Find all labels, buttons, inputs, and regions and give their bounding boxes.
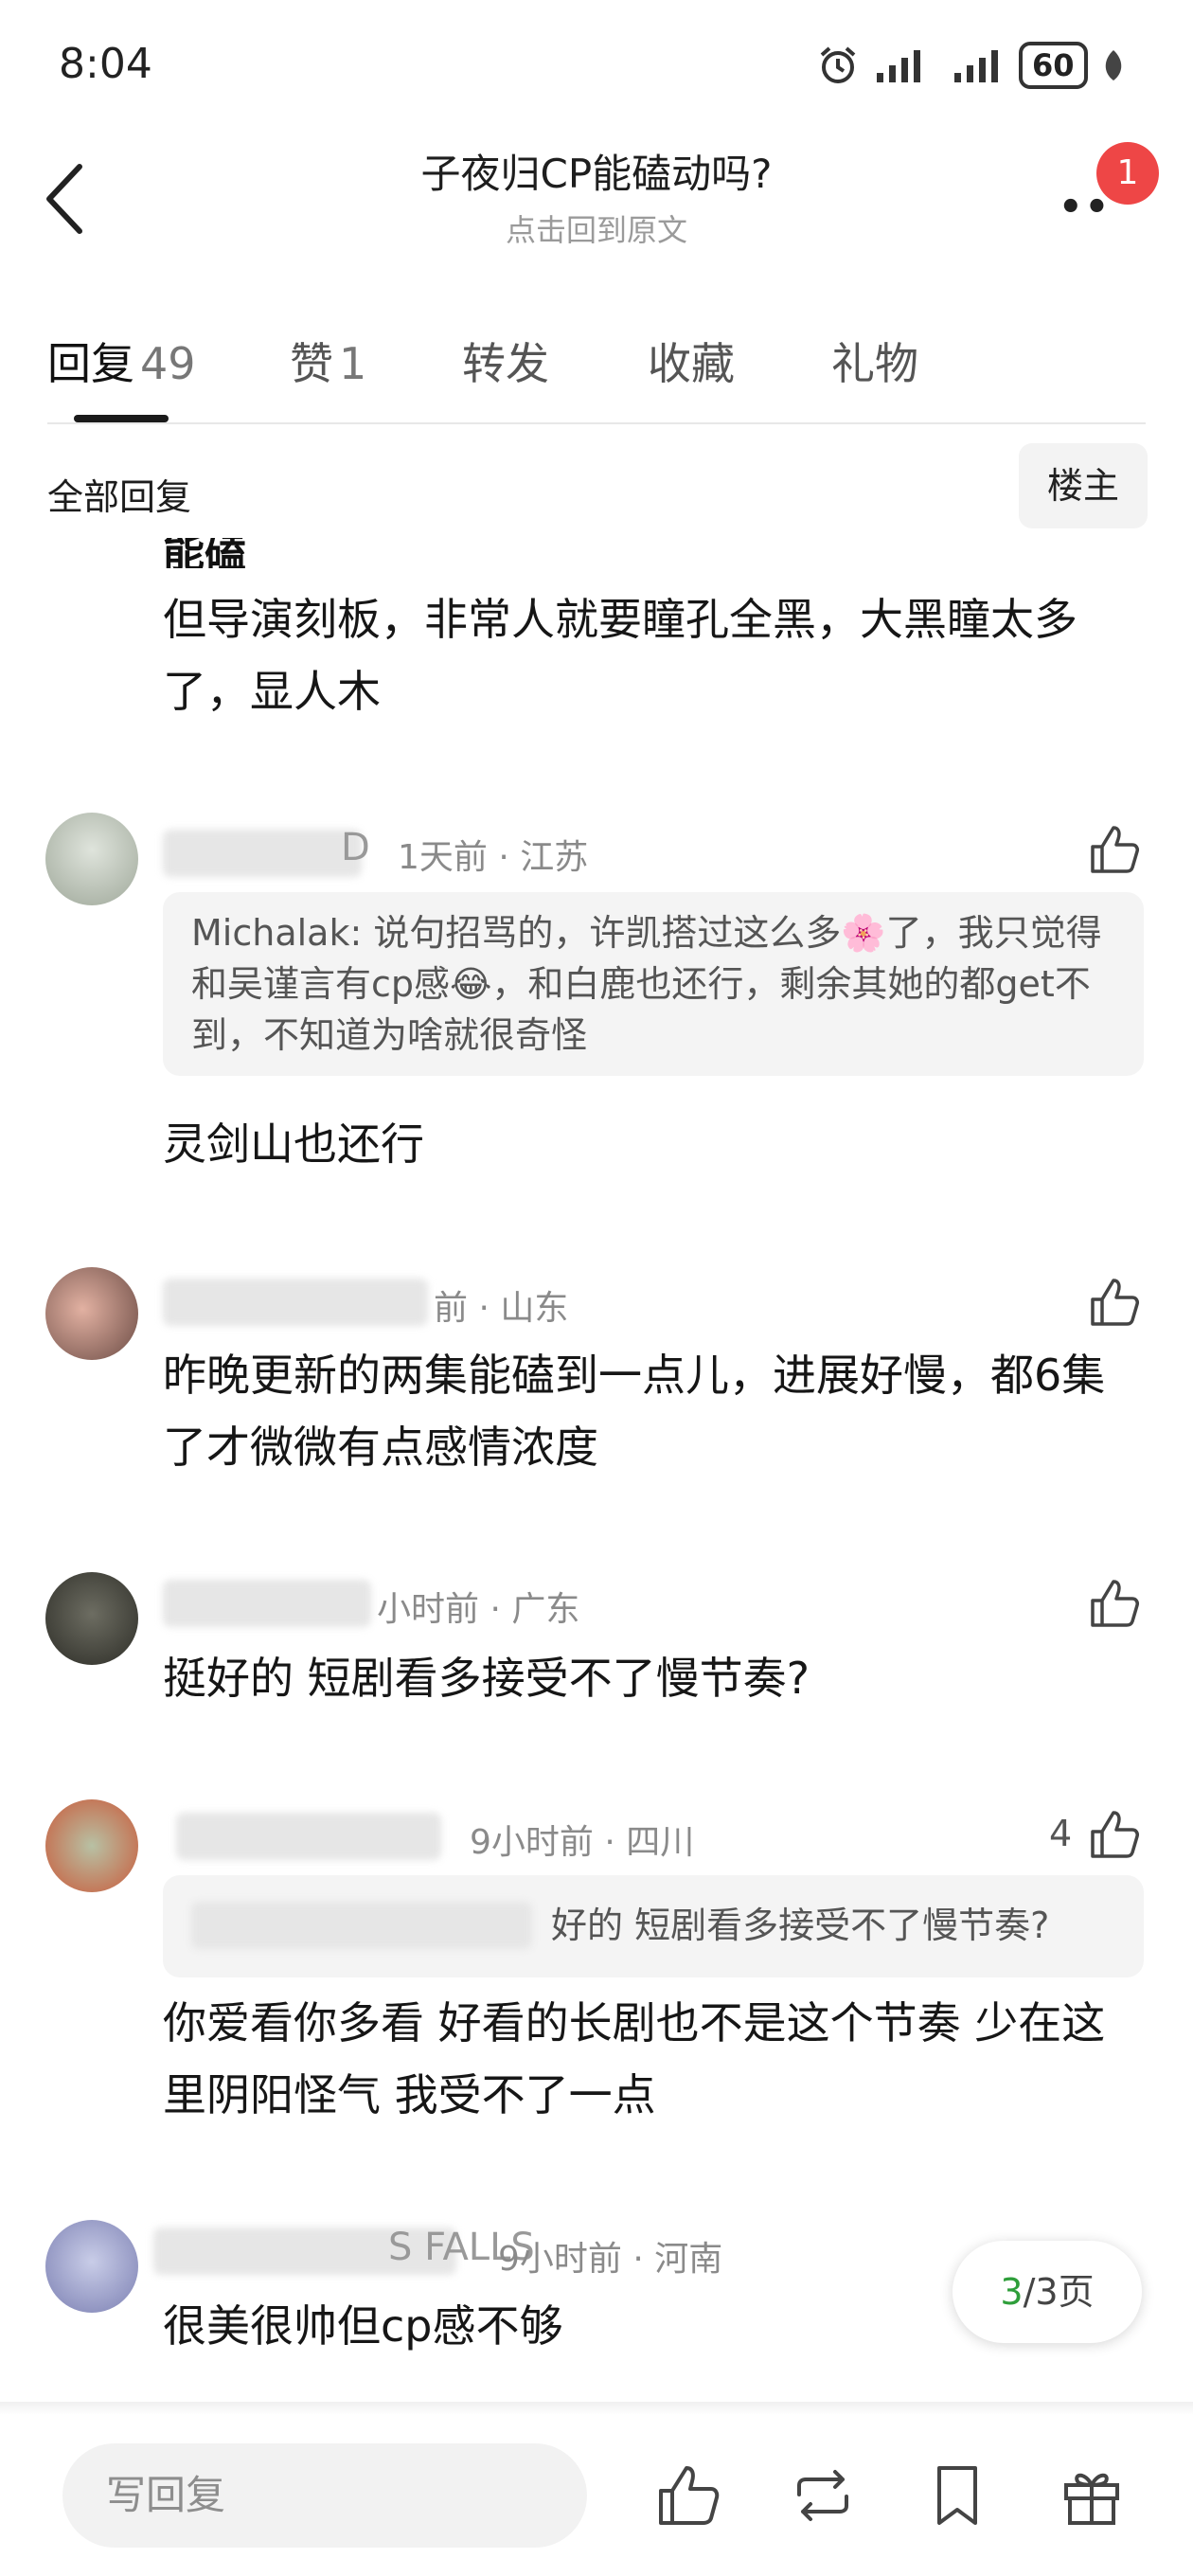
comment-text: 昨晚更新的两集能磕到一点儿，进展好慢，都6集了才微微有点感情浓度 (163, 1350, 1106, 1473)
gift-icon[interactable] (1057, 2460, 1127, 2531)
username-blurred[interactable] (163, 830, 362, 877)
thumbs-up-icon[interactable] (1087, 1275, 1142, 1330)
comment-meta: 1天前 · 江苏 (398, 838, 589, 877)
notification-badge[interactable]: 1 (1096, 142, 1159, 205)
tab-count: 1 (339, 338, 367, 389)
tab-replies[interactable]: 回复 49 (47, 330, 196, 392)
owner-only-button[interactable]: 楼主 (1019, 443, 1148, 528)
quoted-text: 好的 短剧看多接受不了慢节奏? (551, 1905, 1050, 1946)
repost-icon[interactable] (788, 2460, 858, 2531)
active-tab-indicator (74, 415, 169, 422)
comment-text: 灵剑山也还行 (163, 1118, 424, 1170)
post-title[interactable]: 子夜归CP能磕动吗? (0, 142, 1193, 200)
avatar[interactable] (45, 2220, 138, 2313)
avatar[interactable] (45, 1572, 138, 1665)
thumbs-up-icon[interactable] (1087, 822, 1142, 877)
bookmark-icon[interactable] (922, 2460, 992, 2531)
tab-gifts[interactable]: 礼物 (831, 330, 918, 392)
tab-label: 回复 (47, 338, 134, 389)
avatar[interactable] (45, 1799, 138, 1892)
current-page: 3 (1000, 2271, 1024, 2313)
all-replies-filter[interactable]: 全部回复 (47, 468, 191, 520)
thumbs-up-icon[interactable] (1087, 1576, 1142, 1631)
comment-meta: 前 · 山东 (434, 1289, 569, 1328)
reply-input[interactable]: 写回复 (62, 2443, 587, 2548)
quoted-username-blurred (191, 1902, 532, 1949)
like-count: 4 (1049, 1813, 1073, 1854)
quoted-comment[interactable]: Michalak: 说句招骂的，许凯搭过这么多🌸了，我只觉得和吴谨言有cp感😂，… (163, 892, 1144, 1076)
bottom-bar-divider (0, 2402, 1193, 2415)
username-blurred[interactable] (163, 1279, 428, 1326)
tab-favorites[interactable]: 收藏 (648, 330, 735, 392)
comment-text: 但导演刻板，非常人就要瞳孔全黑，大黑瞳太多了，显人木 (163, 594, 1077, 717)
signal-icon-2 (954, 50, 998, 82)
like-post-icon[interactable] (653, 2460, 723, 2531)
tab-label: 赞 (290, 338, 333, 389)
alarm-icon (820, 46, 856, 83)
username-visible[interactable]: D (341, 826, 370, 869)
comment-meta: 9小时前 · 四川 (470, 1823, 695, 1862)
signal-icon-1 (877, 50, 920, 82)
back-to-original-link[interactable]: 点击回到原文 (0, 206, 1193, 250)
page-indicator[interactable]: 3/3页 (953, 2241, 1142, 2343)
avatar[interactable] (45, 813, 138, 905)
thumbs-up-icon[interactable] (1087, 1807, 1142, 1862)
status-time: 8:04 (59, 40, 152, 88)
comment-meta: 小时前 · 广东 (377, 1590, 580, 1629)
username-blurred[interactable] (176, 1813, 441, 1860)
tab-count: 49 (140, 338, 196, 389)
quoted-comment[interactable]: 好的 短剧看多接受不了慢节奏? (163, 1875, 1144, 1977)
tab-likes[interactable]: 赞1 (290, 330, 366, 392)
avatar[interactable] (45, 1267, 138, 1360)
tab-forward[interactable]: 转发 (462, 330, 549, 392)
comment-meta: 9小时前 · 河南 (498, 2240, 723, 2279)
leaf-icon (1105, 50, 1121, 80)
comment-text: 挺好的 短剧看多接受不了慢节奏? (163, 1653, 810, 1704)
username-blurred[interactable] (163, 1580, 371, 1627)
total-pages: /3页 (1023, 2271, 1095, 2313)
status-icons: 60 (816, 42, 1126, 89)
battery-indicator: 60 (1019, 42, 1088, 89)
comment-text: 你爱看你多看 好看的长剧也不是这个节奏 少在这里阴阳怪气 我受不了一点 (163, 1997, 1106, 2120)
tabs-divider (47, 422, 1146, 424)
partial-comment-text: 能磕 (163, 538, 246, 568)
